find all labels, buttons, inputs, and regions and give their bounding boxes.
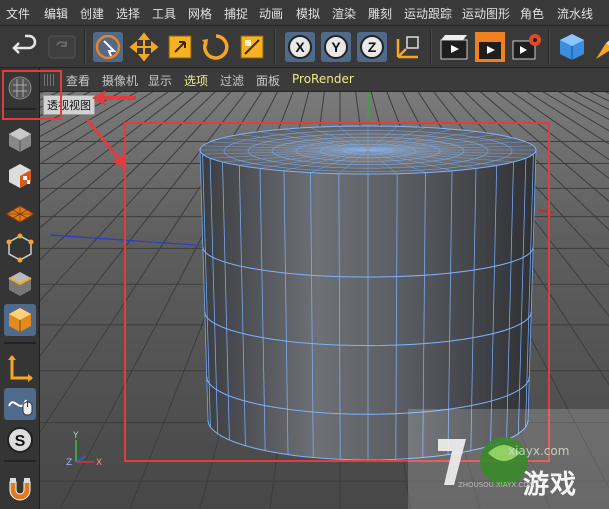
toolbar-separator [430,30,432,64]
gizmo-z-label: Z [66,458,72,468]
move-icon[interactable] [128,31,160,63]
texture-mode-icon[interactable] [4,160,36,192]
site-watermark: xiayx.com 游戏 ZHOUSOU.XIAYX.COM [408,409,609,509]
main-toolbar: X Y Z [0,26,609,68]
palette-separator [4,342,36,344]
menu-pipeline[interactable]: 流水线 [557,5,593,22]
menu-mograph[interactable]: 运动图形 [462,5,510,22]
render-view-icon[interactable] [438,31,470,63]
points-mode-icon[interactable] [4,232,36,264]
panel-grip-icon[interactable] [44,74,56,86]
live-selection-icon[interactable] [92,31,124,63]
x-axis-lock-icon[interactable]: X [284,31,316,63]
cube-icon[interactable] [556,31,588,63]
left-tool-palette: S [0,68,40,509]
menu-motion-tracking[interactable]: 运动跟踪 [404,5,452,22]
undo-icon[interactable] [10,31,42,63]
svg-text:Z: Z [368,39,377,55]
menu-snap[interactable]: 捕捉 [224,5,248,22]
render-to-picture-viewer-icon[interactable] [474,31,506,63]
watermark-logo-icon [408,409,609,509]
viewport-menu-options[interactable]: 选项 [184,72,208,89]
palette-separator [4,460,36,462]
menu-select[interactable]: 选择 [116,5,140,22]
z-axis-lock-icon[interactable]: Z [356,31,388,63]
make-editable-icon[interactable] [4,72,36,104]
menu-animate[interactable]: 动画 [259,5,283,22]
toolbar-separator [548,30,550,64]
pen-icon[interactable] [592,31,609,63]
viewport-name-label: 透视视图 [43,95,95,115]
snapping-icon[interactable]: S [4,424,36,456]
scale-icon[interactable] [164,31,196,63]
watermark-url: xiayx.com [508,444,570,458]
menu-character[interactable]: 角色 [520,5,544,22]
viewport-menu-cameras[interactable]: 摄像机 [102,72,138,89]
menu-edit[interactable]: 编辑 [44,5,68,22]
tweak-mode-icon[interactable] [4,388,36,420]
menu-tools[interactable]: 工具 [152,5,176,22]
viewport-menu-filter[interactable]: 过滤 [220,72,244,89]
redo-icon[interactable] [46,31,78,63]
magnet-icon[interactable] [4,472,36,504]
polygons-mode-icon[interactable] [4,304,36,336]
y-axis-lock-icon[interactable]: Y [320,31,352,63]
palette-separator [4,108,36,110]
last-tool-icon[interactable] [236,31,268,63]
toolbar-separator [274,30,276,64]
edges-mode-icon[interactable] [4,268,36,300]
viewport-menu-display[interactable]: 显示 [148,72,172,89]
menu-render[interactable]: 渲染 [332,5,356,22]
workplane-icon[interactable] [4,196,36,228]
svg-text:X: X [295,39,305,55]
viewport-menu-bar: 查看 摄像机 显示 选项 过滤 面板 ProRender [40,68,609,92]
menu-create[interactable]: 创建 [80,5,104,22]
toolbar-separator [84,30,86,64]
svg-text:S: S [15,433,26,450]
menu-sculpt[interactable]: 雕刻 [368,5,392,22]
axis-mode-icon[interactable] [4,352,36,384]
coordinate-system-icon[interactable] [392,31,424,63]
menu-mesh[interactable]: 网格 [188,5,212,22]
viewport-menu-view[interactable]: 查看 [66,72,90,89]
gizmo-y-label: Y [72,431,79,441]
viewport-menu-panel[interactable]: 面板 [256,72,280,89]
svg-text:Y: Y [331,39,341,55]
main-menu-bar: 文件 编辑 创建 选择 工具 网格 捕捉 动画 模拟 渲染 雕刻 运动跟踪 运动… [0,0,609,26]
menu-file[interactable]: 文件 [6,5,30,22]
model-mode-icon[interactable] [4,124,36,156]
gizmo-x-label: X [96,458,102,468]
viewport-menu-prorender[interactable]: ProRender [292,72,354,86]
watermark-subtext: ZHOUSOU.XIAYX.COM [458,481,535,489]
rotate-icon[interactable] [200,31,232,63]
render-settings-icon[interactable] [510,31,542,63]
menu-simulate[interactable]: 模拟 [296,5,320,22]
